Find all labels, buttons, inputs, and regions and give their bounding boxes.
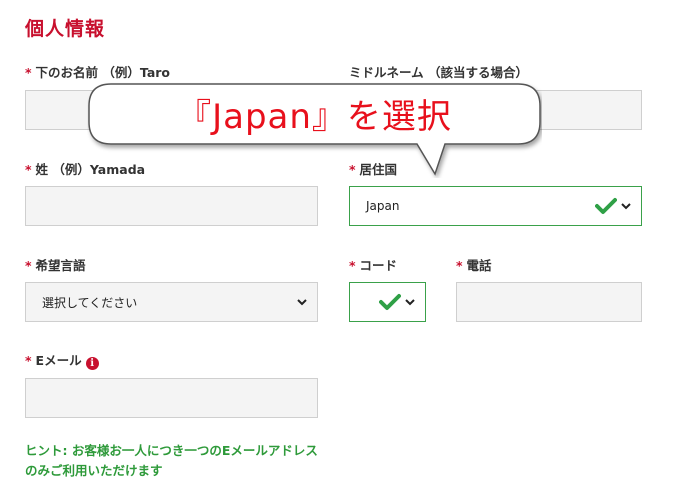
chevron-down-icon	[405, 299, 415, 306]
chevron-down-icon	[621, 203, 631, 210]
email-hint: ヒント: お客様お一人につき一つのEメールアドレスのみご利用いただけます	[25, 443, 318, 478]
callout-text: 『Japan』を選択	[177, 96, 452, 137]
phone-label-text: 電話	[466, 258, 492, 273]
check-icon	[379, 294, 401, 310]
email-label-text: Eメール	[35, 353, 82, 368]
section-title: 個人情報	[25, 18, 106, 40]
language-label: * 希望言語	[25, 255, 86, 274]
phone-label: * 電話	[456, 255, 492, 274]
phone-input[interactable]	[456, 282, 642, 322]
code-label: * コード	[349, 255, 397, 274]
middle-name-label: ミドルネーム （該当する場合）	[349, 62, 528, 81]
country-select-value: Japan	[366, 199, 400, 213]
email-input[interactable]	[25, 378, 318, 418]
language-select[interactable]: 選択してください	[25, 282, 318, 322]
info-icon[interactable]: i	[85, 357, 99, 370]
last-name-input[interactable]	[25, 186, 318, 226]
email-label: * Eメール i	[25, 350, 99, 370]
first-name-label-text: 下のお名前 （例）Taro	[35, 65, 171, 80]
language-select-value: 選択してください	[42, 295, 138, 310]
language-label-text: 希望言語	[35, 258, 86, 273]
first-name-label: * 下のお名前 （例）Taro	[25, 62, 170, 81]
required-mark: *	[25, 65, 32, 80]
required-mark: *	[349, 258, 356, 273]
required-mark: *	[25, 353, 32, 368]
required-mark: *	[25, 258, 32, 273]
country-select[interactable]: Japan	[349, 186, 642, 226]
check-icon	[595, 198, 617, 214]
required-mark: *	[25, 162, 32, 177]
required-mark: *	[456, 258, 463, 273]
middle-name-label-text: ミドルネーム （該当する場合）	[349, 65, 528, 80]
chevron-down-icon	[297, 299, 307, 306]
code-label-text: コード	[359, 258, 398, 273]
code-select[interactable]	[349, 282, 426, 322]
